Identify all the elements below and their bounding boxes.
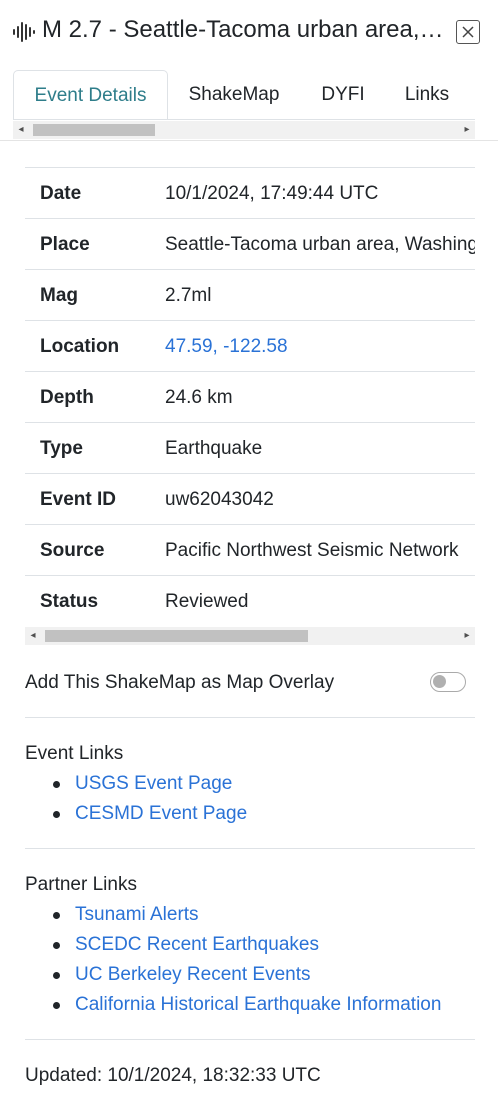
scrollbar-thumb[interactable] [33,124,155,136]
tsunami-alerts-link[interactable]: Tsunami Alerts [75,904,199,925]
bullet-icon [53,781,60,788]
overlay-toggle[interactable] [430,672,466,692]
bullet-icon [53,942,60,949]
scedc-recent-earthquakes-link[interactable]: SCEDC Recent Earthquakes [75,934,319,955]
detail-label: Event ID [40,489,117,510]
detail-label: Mag [40,285,78,306]
tabs-scrollbar[interactable]: ◂ ▸ [13,121,475,139]
detail-row-type: Type Earthquake [25,422,475,473]
updated-timestamp: Updated: 10/1/2024, 18:32:33 UTC [25,1065,321,1086]
location-link[interactable]: 47.59, -122.58 [165,321,288,372]
detail-row-event-id: Event ID uw62043042 [25,473,475,524]
detail-value: Earthquake [165,438,263,459]
list-item: CESMD Event Page [50,799,247,829]
bullet-icon [53,1002,60,1009]
scroll-right-icon[interactable]: ▸ [461,123,473,137]
detail-row-status: Status Reviewed [25,575,475,626]
detail-value: Pacific Northwest Seismic Network [165,540,459,561]
event-details-table: Date 10/1/2024, 17:49:44 UTC Place Seatt… [25,167,475,627]
close-button[interactable] [456,20,480,44]
detail-row-mag: Mag 2.7ml [25,269,475,320]
detail-value: Seattle-Tacoma urban area, Washington [165,234,475,255]
header-divider [0,140,498,141]
detail-row-place: Place Seattle-Tacoma urban area, Washing… [25,218,475,269]
scroll-left-icon[interactable]: ◂ [15,123,27,137]
usgs-event-page-link[interactable]: USGS Event Page [75,773,232,794]
close-icon [462,26,474,38]
section-divider [25,1039,475,1040]
list-item: Tsunami Alerts [50,900,441,930]
detail-label: Depth [40,387,94,408]
tab-dyfi[interactable]: DYFI [313,70,373,119]
detail-label: Type [40,438,83,459]
event-links-list: USGS Event Page CESMD Event Page [50,769,247,829]
shakemap-overlay-row: Add This ShakeMap as Map Overlay [25,668,475,700]
list-item: UC Berkeley Recent Events [50,960,441,990]
panel-header: M 2.7 - Seattle-Tacoma urban area, Washi… [0,0,498,64]
detail-label: Source [40,540,105,561]
details-scrollbar[interactable]: ◂ ▸ [25,627,475,645]
scroll-right-icon[interactable]: ▸ [461,629,473,643]
section-divider [25,848,475,849]
scroll-left-icon[interactable]: ◂ [27,629,39,643]
detail-value: uw62043042 [165,489,274,510]
detail-value: 2.7ml [165,285,212,306]
cesmd-event-page-link[interactable]: CESMD Event Page [75,803,247,824]
detail-label: Status [40,591,99,612]
bullet-icon [53,811,60,818]
tab-shakemap[interactable]: ShakeMap [178,70,290,119]
overlay-label: Add This ShakeMap as Map Overlay [25,672,335,693]
section-divider [25,717,475,718]
detail-label: Place [40,234,90,255]
bullet-icon [53,972,60,979]
event-title: M 2.7 - Seattle-Tacoma urban area, Washi… [42,16,448,43]
seismic-wave-icon [13,22,35,42]
california-historical-earthquake-link[interactable]: California Historical Earthquake Informa… [75,994,441,1015]
partner-links-list: Tsunami Alerts SCEDC Recent Earthquakes … [50,900,441,1020]
partner-links-title: Partner Links [25,874,137,895]
detail-label: Location [40,336,120,357]
list-item: California Historical Earthquake Informa… [50,990,441,1020]
list-item: USGS Event Page [50,769,247,799]
tab-bar: Event Details ShakeMap DYFI Links [13,70,475,120]
scrollbar-thumb[interactable] [45,630,308,642]
list-item: SCEDC Recent Earthquakes [50,930,441,960]
detail-row-date: Date 10/1/2024, 17:49:44 UTC [25,167,475,218]
detail-row-source: Source Pacific Northwest Seismic Network [25,524,475,575]
toggle-knob [433,675,446,688]
detail-row-depth: Depth 24.6 km [25,371,475,422]
tab-links[interactable]: Links [395,70,459,119]
detail-label: Date [40,183,82,204]
tab-event-details[interactable]: Event Details [13,70,168,119]
bullet-icon [53,912,60,919]
uc-berkeley-recent-events-link[interactable]: UC Berkeley Recent Events [75,964,311,985]
event-links-title: Event Links [25,743,124,764]
detail-row-location: Location 47.59, -122.58 [25,320,475,371]
detail-value: 24.6 km [165,387,233,408]
detail-value: 10/1/2024, 17:49:44 UTC [165,183,379,204]
detail-value: Reviewed [165,591,249,612]
